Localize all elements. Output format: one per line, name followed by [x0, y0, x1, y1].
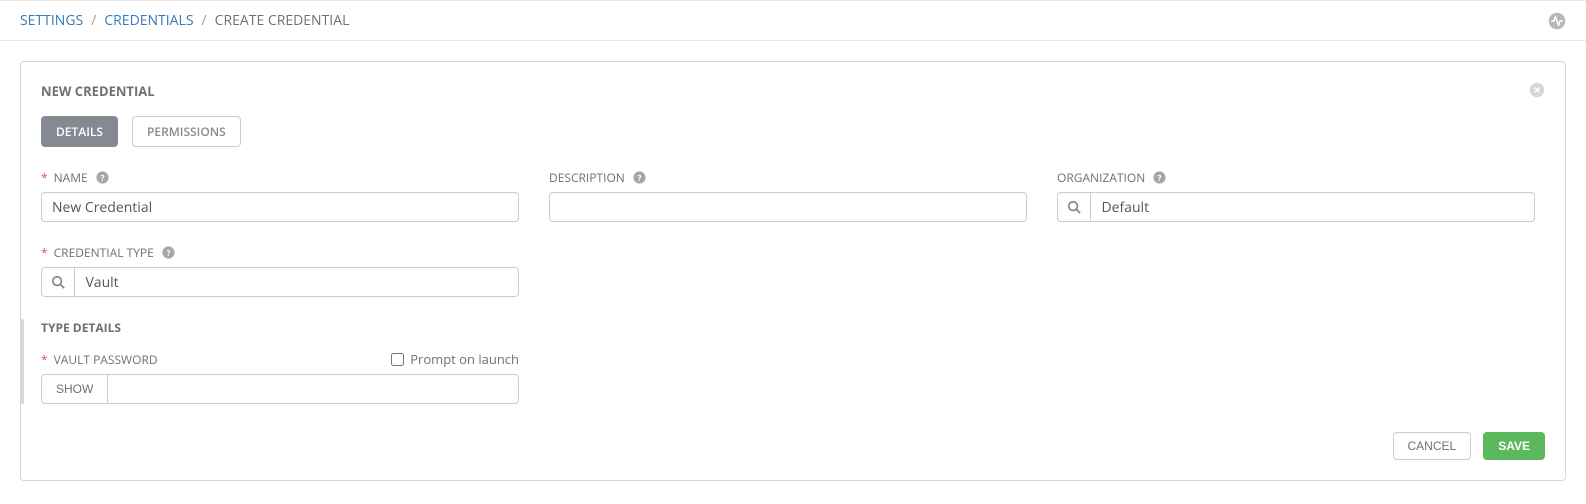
- organization-label: ORGANIZATION: [1057, 169, 1145, 186]
- field-vault-password: * VAULT PASSWORD Prompt on launch SHOW: [41, 350, 519, 404]
- breadcrumb-credentials[interactable]: CREDENTIALS: [104, 11, 193, 30]
- prompt-on-launch-label: Prompt on launch: [410, 350, 519, 368]
- organization-input[interactable]: [1090, 192, 1535, 222]
- tab-details[interactable]: DETAILS: [41, 116, 118, 147]
- description-input[interactable]: [549, 192, 1027, 222]
- prompt-on-launch-checkbox[interactable]: [391, 353, 404, 366]
- svg-text:?: ?: [100, 173, 104, 184]
- name-label: NAME: [54, 169, 88, 186]
- breadcrumb-sep: /: [91, 11, 96, 30]
- panel-title: NEW CREDENTIAL: [41, 82, 155, 100]
- required-marker: *: [41, 244, 48, 261]
- svg-text:?: ?: [1158, 173, 1162, 184]
- required-marker: *: [41, 169, 48, 186]
- credential-type-lookup-button[interactable]: [41, 267, 74, 297]
- credential-type-input[interactable]: [74, 267, 519, 297]
- top-bar: SETTINGS / CREDENTIALS / CREATE CREDENTI…: [0, 0, 1586, 41]
- vault-password-input[interactable]: [107, 374, 519, 404]
- field-name: * NAME ?: [41, 169, 519, 222]
- form-actions: CANCEL SAVE: [41, 432, 1545, 460]
- cancel-button[interactable]: CANCEL: [1393, 432, 1472, 460]
- save-button[interactable]: SAVE: [1483, 432, 1545, 460]
- vault-password-label: VAULT PASSWORD: [54, 351, 158, 368]
- type-details-heading: TYPE DETAILS: [41, 319, 1545, 336]
- svg-text:?: ?: [637, 173, 641, 184]
- credential-form-panel: NEW CREDENTIAL DETAILS PERMISSIONS * NAM…: [20, 61, 1566, 481]
- help-icon[interactable]: ?: [92, 171, 109, 184]
- help-icon[interactable]: ?: [158, 246, 175, 259]
- show-password-button[interactable]: SHOW: [41, 374, 107, 404]
- search-icon: [1067, 200, 1081, 214]
- field-description: DESCRIPTION ?: [549, 169, 1027, 222]
- prompt-on-launch-wrap[interactable]: Prompt on launch: [391, 350, 519, 368]
- field-organization: ORGANIZATION ?: [1057, 169, 1535, 222]
- svg-text:?: ?: [166, 248, 170, 259]
- search-icon: [51, 275, 65, 289]
- field-credential-type: * CREDENTIAL TYPE ?: [41, 244, 519, 297]
- close-icon[interactable]: [1529, 82, 1545, 98]
- breadcrumb-settings[interactable]: SETTINGS: [20, 11, 83, 30]
- section-indicator: [21, 319, 24, 404]
- breadcrumb: SETTINGS / CREDENTIALS / CREATE CREDENTI…: [20, 11, 349, 30]
- required-marker: *: [41, 351, 48, 368]
- name-input[interactable]: [41, 192, 519, 222]
- breadcrumb-current: CREATE CREDENTIAL: [215, 11, 350, 30]
- breadcrumb-sep: /: [202, 11, 207, 30]
- help-icon[interactable]: ?: [629, 171, 646, 184]
- activity-stream-icon[interactable]: [1548, 12, 1566, 30]
- help-icon[interactable]: ?: [1149, 171, 1166, 184]
- tabs: DETAILS PERMISSIONS: [41, 116, 1545, 147]
- description-label: DESCRIPTION: [549, 169, 625, 186]
- organization-lookup-button[interactable]: [1057, 192, 1090, 222]
- tab-permissions[interactable]: PERMISSIONS: [132, 116, 241, 147]
- credential-type-label: CREDENTIAL TYPE: [54, 244, 154, 261]
